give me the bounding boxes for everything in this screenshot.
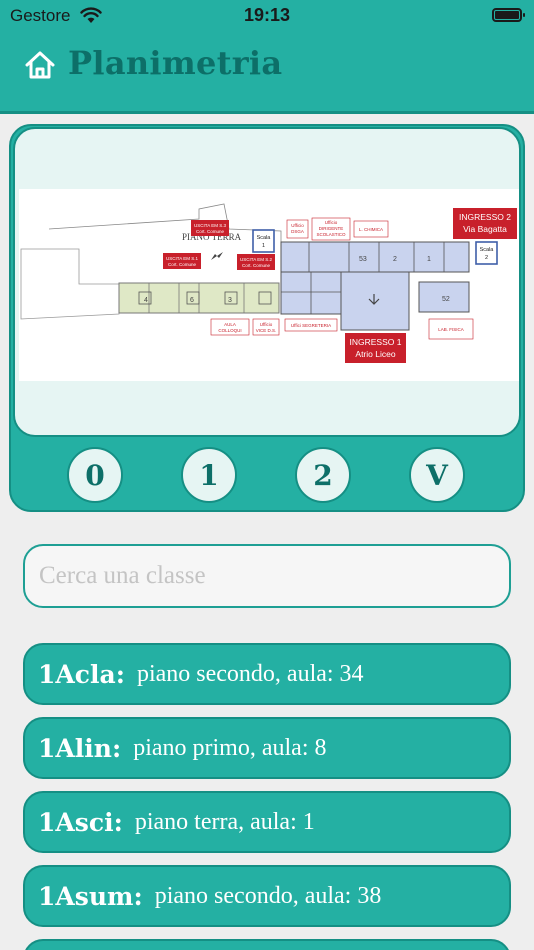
clock: 19:13 xyxy=(243,5,291,25)
entrance-label: Via Bagatta xyxy=(463,224,507,234)
room-number: 1 xyxy=(427,256,431,263)
list-item[interactable]: 1Alin: piano primo, aula: 8 xyxy=(23,717,511,779)
exit-label: USCITA EM S.1 xyxy=(166,256,198,261)
map-viewer[interactable]: 4 6 3 53 2 1 52 PIANO TERRA Ufficio DSGA… xyxy=(13,127,521,437)
office-label: AULA xyxy=(224,322,236,327)
battery-icon xyxy=(492,8,525,22)
room-number: 2 xyxy=(393,256,397,263)
class-location: piano primo, aula: 8 xyxy=(133,734,327,761)
floor-button-1[interactable]: 1 xyxy=(181,447,237,503)
page-title: Planimetria xyxy=(68,44,283,82)
class-code: 1Asum: xyxy=(38,881,143,911)
stair-label: 2 xyxy=(485,255,488,261)
map-card: 4 6 3 53 2 1 52 PIANO TERRA Ufficio DSGA… xyxy=(9,124,525,512)
class-location: piano secondo, aula: 34 xyxy=(136,660,364,687)
exit-label: Cort. Comune xyxy=(242,263,271,268)
office-label: L. CHIMICA xyxy=(359,227,383,232)
office-label: Ufficio xyxy=(325,220,338,225)
floor-button-v[interactable]: V xyxy=(409,447,465,503)
office-label: Uffici SEGRETERIA xyxy=(291,323,331,328)
search-placeholder: Cerca una classe xyxy=(39,562,206,589)
status-bar: Gestore 19:13 xyxy=(0,0,534,30)
list-item[interactable] xyxy=(23,939,511,950)
home-icon[interactable] xyxy=(24,50,56,80)
exit-label: USCITA EM S.3 xyxy=(194,223,226,228)
class-code: 1Alin: xyxy=(38,733,122,763)
room-number: 53 xyxy=(359,256,367,263)
office-label: DIRIGENTE xyxy=(319,226,344,231)
class-location: piano terra, aula: 1 xyxy=(134,808,315,835)
list-item[interactable]: 1Asci: piano terra, aula: 1 xyxy=(23,791,511,853)
list-item[interactable]: 1Acla: piano secondo, aula: 34 xyxy=(23,643,511,705)
class-code: 1Acla: xyxy=(38,659,125,689)
room-number: 3 xyxy=(228,297,232,304)
office-label: DSGA xyxy=(291,229,304,234)
floor-button-0[interactable]: 0 xyxy=(67,447,123,503)
stair-label: Scala xyxy=(257,235,272,241)
office-label: COLLOQUI xyxy=(218,328,241,333)
exit-label: USCITA EM S.2 xyxy=(240,257,272,262)
entrance-label: INGRESSO 1 xyxy=(350,337,402,347)
exit-label: Cort. Comune xyxy=(168,262,197,267)
stair-label: Scala xyxy=(480,247,495,253)
room-number: 4 xyxy=(144,297,148,304)
office-label: VICE D.S. xyxy=(256,328,277,333)
office-label: Ufficio xyxy=(260,322,273,327)
exit-label: Cort. Comune xyxy=(196,229,225,234)
class-location: piano secondo, aula: 38 xyxy=(154,882,382,909)
stair-label: 1 xyxy=(262,243,265,249)
entrance-label: Atrio Liceo xyxy=(355,349,395,359)
floor-button-2[interactable]: 2 xyxy=(295,447,351,503)
office-label: Ufficio xyxy=(291,223,304,228)
entrance-label: INGRESSO 2 xyxy=(459,212,511,222)
office-label: LAB. FISICA xyxy=(438,327,464,332)
nav-bar: Planimetria xyxy=(0,30,534,114)
room-number: 6 xyxy=(190,297,194,304)
room-number: 52 xyxy=(442,296,450,303)
office-label: SCOLASTICO xyxy=(316,232,346,237)
class-code: 1Asci: xyxy=(38,807,123,837)
search-input[interactable]: Cerca una classe xyxy=(23,544,511,608)
list-item[interactable]: 1Asum: piano secondo, aula: 38 xyxy=(23,865,511,927)
floorplan-image[interactable]: 4 6 3 53 2 1 52 PIANO TERRA Ufficio DSGA… xyxy=(19,189,521,381)
